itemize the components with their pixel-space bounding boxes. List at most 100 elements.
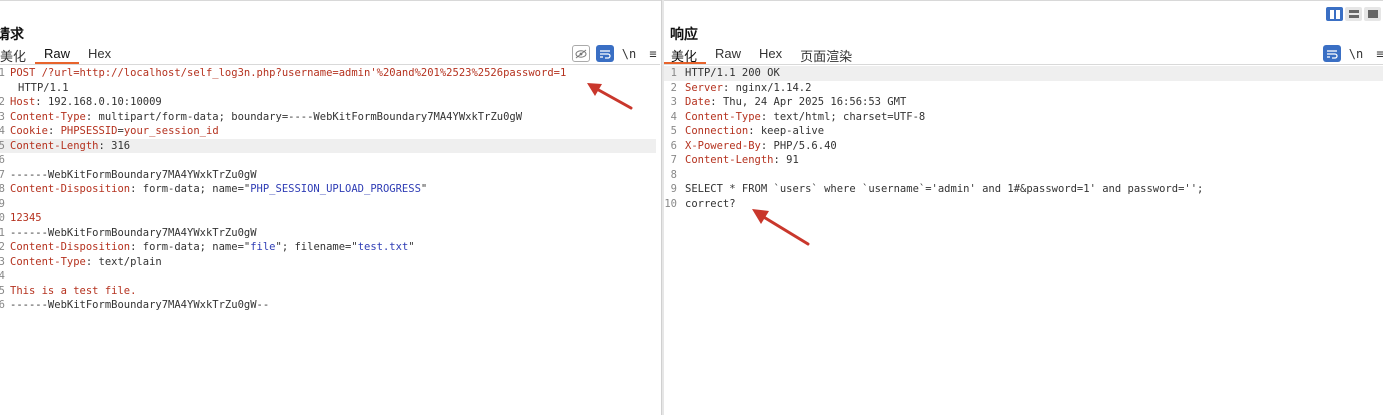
annotation-arrow-icon: [752, 209, 810, 246]
line-number: 4: [670, 110, 677, 123]
hide-nonprintable-icon[interactable]: [572, 45, 590, 62]
code-token: : text/html; charset=UTF-8: [760, 110, 926, 123]
line-number: 7: [670, 154, 677, 166]
newline-toggle-icon[interactable]: \n: [1347, 45, 1365, 62]
code-line: 1 POST /?url=http://localhost/self_log3n.…: [0, 66, 656, 81]
line-content: Content-Disposition: form-data; name="fi…: [10, 240, 415, 255]
wrap-lines-icon[interactable]: [596, 45, 614, 62]
line-number: 2: [0, 96, 5, 108]
line-content: Content-Type: text/html; charset=UTF-8: [685, 110, 925, 125]
request-title: 请求: [0, 26, 24, 42]
line-number: 15: [0, 284, 5, 297]
code-line: 8 Content-Disposition: form-data; name="P…: [0, 182, 656, 197]
code-token: : 316: [98, 139, 131, 152]
code-line: 4 Content-Type: text/html; charset=UTF-8: [664, 110, 1383, 125]
line-number: 6: [670, 139, 677, 152]
request-panel: 请求 美化 Raw Hex \n ≡ 1 POST /?url=http://lo…: [0, 0, 660, 415]
code-token: HTTP/1.1: [18, 81, 69, 94]
line-number: 2: [670, 81, 677, 94]
response-tab-render[interactable]: 页面渲染: [791, 46, 861, 64]
line-content: HTTP/1.1 200 OK: [685, 66, 780, 81]
response-title: 响应: [670, 26, 698, 42]
code-line: 9 SELECT * FROM `users` where `username`=…: [664, 182, 1383, 197]
line-number: 12: [0, 241, 5, 253]
code-token: ------WebKitFormBoundary7MA4YWxkTrZu0gW: [10, 226, 257, 239]
code-token: HTTP/1.1 200 OK: [685, 67, 780, 79]
code-token: : form-data; name=": [130, 241, 251, 253]
menu-icon[interactable]: ≡: [1371, 45, 1383, 62]
line-content: 12345: [10, 211, 42, 226]
line-content: Content-Length: 316: [10, 139, 130, 154]
code-line: 2 Server: nginx/1.14.2: [664, 81, 1383, 96]
code-line: 16 ------WebKitFormBoundary7MA4YWxkTrZu0g…: [0, 298, 656, 313]
response-tab-raw[interactable]: Raw: [706, 46, 750, 64]
line-number: 5: [670, 125, 677, 137]
code-line: 14: [0, 269, 656, 284]
line-content: This is a test file.: [10, 284, 136, 299]
line-content: ------WebKitFormBoundary7MA4YWxkTrZu0gW-…: [10, 298, 269, 313]
code-token: SELECT * FROM `users` where `username`='…: [685, 183, 1204, 195]
line-content: POST /?url=http://localhost/self_log3n.p…: [10, 66, 566, 81]
code-line: 6: [0, 153, 656, 168]
request-tab-hex[interactable]: Hex: [79, 46, 120, 64]
request-editor[interactable]: 1 POST /?url=http://localhost/self_log3n.…: [0, 66, 660, 313]
code-token: POST /?url=http://localhost/self_log3n.p…: [10, 67, 567, 79]
line-number: 14: [0, 270, 5, 282]
code-token: : nginx/1.14.2: [722, 81, 812, 94]
response-tab-hex[interactable]: Hex: [750, 46, 791, 64]
line-number: 8: [670, 168, 677, 181]
code-line: 12 Content-Disposition: form-data; name="…: [0, 240, 656, 255]
response-editor[interactable]: 1 HTTP/1.1 200 OK 2 Server: nginx/1.14.2 3 Da…: [664, 66, 1383, 211]
line-number: 7: [0, 168, 5, 181]
code-token: Cookie: [10, 125, 48, 137]
request-tab-divider: [0, 64, 660, 65]
code-token: Content-Type: [685, 110, 761, 123]
line-content: Cookie: PHPSESSID=your_session_id: [10, 124, 219, 139]
line-content: correct?: [685, 197, 736, 212]
response-tab-pretty[interactable]: 美化: [664, 46, 707, 64]
line-number: 3: [670, 96, 677, 108]
line-number: 10: [664, 197, 677, 210]
code-token: ": [408, 241, 415, 253]
line-content: Content-Type: multipart/form-data; bound…: [10, 110, 522, 125]
line-content: X-Powered-By: PHP/5.6.40: [685, 139, 837, 154]
line-content: HTTP/1.1: [18, 81, 69, 96]
code-token: : 91: [773, 154, 799, 166]
code-line: 10 12345: [0, 211, 656, 226]
code-line: 6 X-Powered-By: PHP/5.6.40: [664, 139, 1383, 154]
code-token: ------WebKitFormBoundary7MA4YWxkTrZu0gW-…: [10, 299, 270, 311]
code-token: This is a test file.: [10, 284, 137, 297]
line-content: Connection: keep-alive: [685, 124, 824, 139]
newline-toggle-icon[interactable]: \n: [620, 45, 638, 62]
code-token: ": [420, 183, 428, 195]
code-token: : keep-alive: [748, 125, 825, 137]
line-number: 11: [0, 226, 5, 239]
request-tab-raw[interactable]: Raw: [35, 46, 80, 64]
code-line: 1 HTTP/1.1 200 OK: [664, 66, 1383, 81]
line-number: 9: [670, 183, 677, 195]
code-line: HTTP/1.1: [0, 81, 656, 96]
code-token: 12345: [10, 212, 42, 224]
code-token: test.txt: [357, 241, 409, 253]
code-line: 5 Content-Length: 316: [0, 138, 656, 154]
code-token: PHP_SESSION_UPLOAD_PROGRESS: [250, 183, 421, 195]
line-number: 8: [0, 183, 5, 195]
code-line: 7 Content-Length: 91: [664, 153, 1383, 168]
menu-icon[interactable]: ≡: [644, 45, 660, 62]
code-line: 2 Host: 192.168.0.10:10009: [0, 95, 656, 110]
line-content: Content-Length: 91: [685, 153, 799, 168]
code-token: Content-Type: [10, 110, 86, 123]
code-token: Content-Type: [10, 255, 86, 268]
response-toolbar: \n ≡: [1323, 45, 1383, 62]
line-content: SELECT * FROM `users` where `username`='…: [685, 182, 1203, 197]
code-token: PHPSESSID: [60, 125, 118, 137]
line-number: 5: [0, 139, 5, 152]
line-number: 3: [0, 110, 5, 123]
wrap-lines-icon[interactable]: [1323, 45, 1341, 62]
line-number: 16: [0, 299, 5, 311]
code-token: file: [250, 241, 276, 253]
code-line: 7 ------WebKitFormBoundary7MA4YWxkTrZu0gW: [0, 168, 656, 183]
request-tab-pretty[interactable]: 美化: [0, 46, 35, 64]
line-content: Host: 192.168.0.10:10009: [10, 95, 162, 110]
code-token: Content-Length: [10, 139, 99, 152]
